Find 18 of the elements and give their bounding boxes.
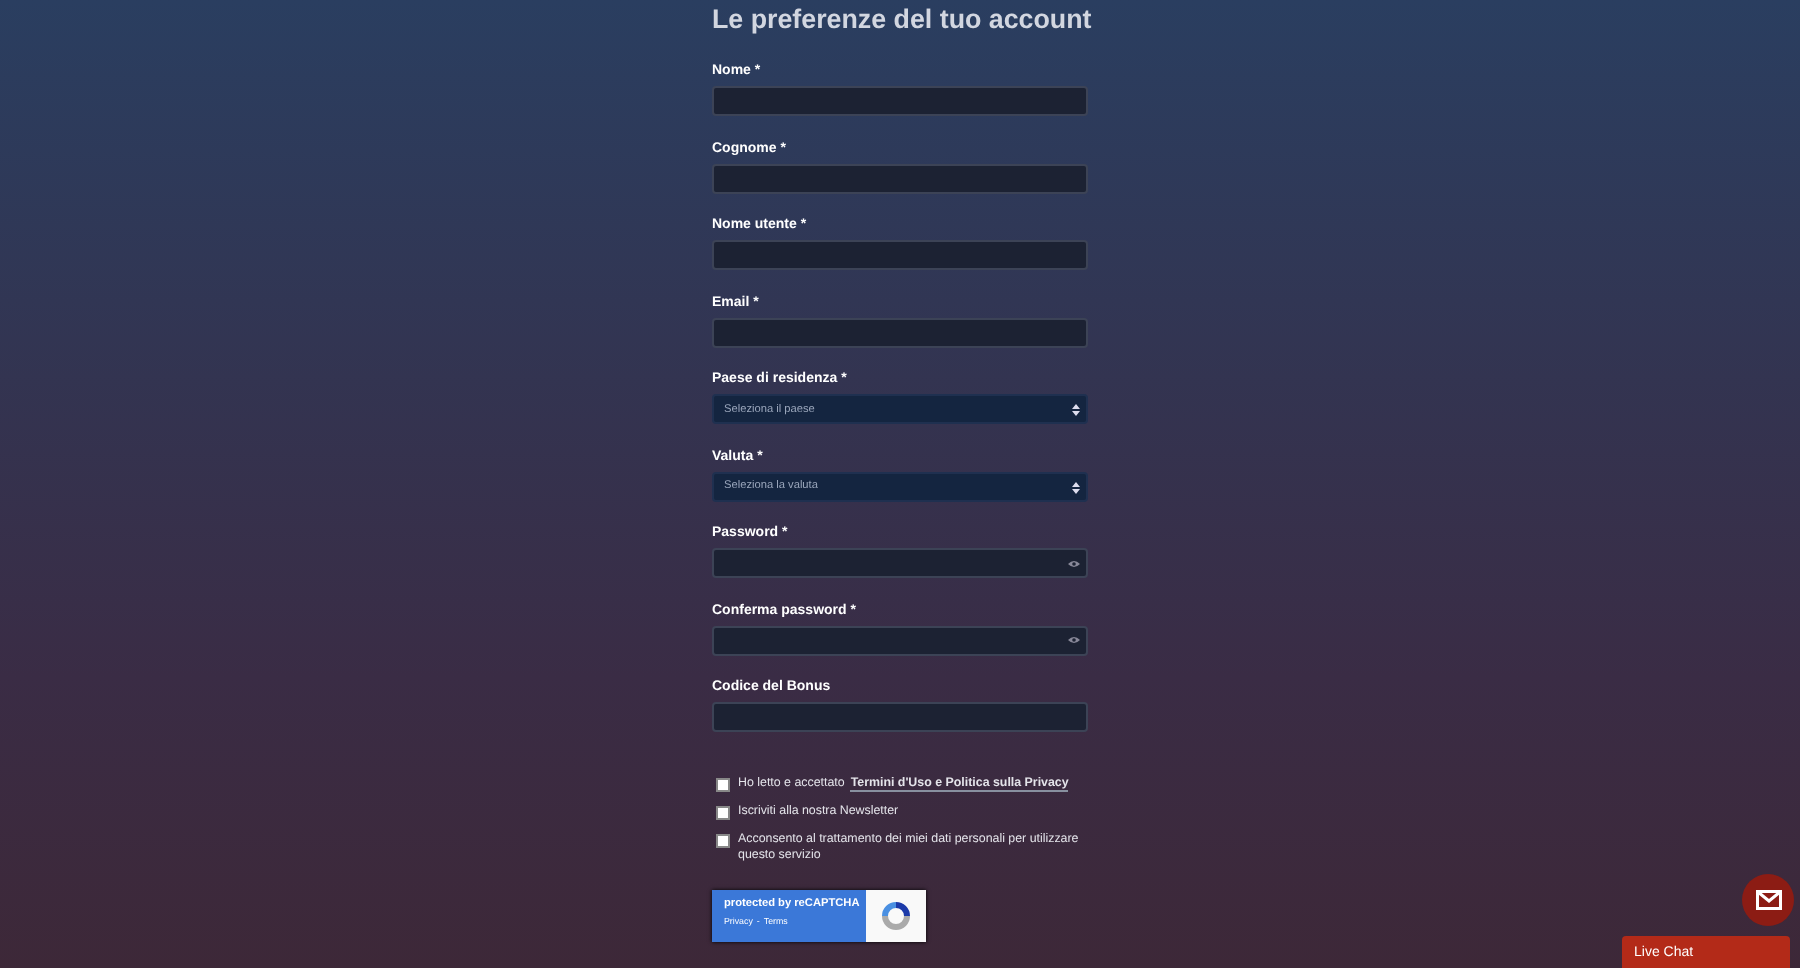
password-field[interactable]: [712, 548, 1088, 578]
input-field[interactable]: [712, 163, 1088, 193]
eye-icon[interactable]: [1068, 559, 1080, 567]
envelope-icon: [1755, 890, 1781, 910]
input-field[interactable]: [712, 86, 1088, 116]
checkbox[interactable]: [716, 778, 730, 792]
mail-button[interactable]: [1742, 874, 1794, 926]
sort-arrows-icon: [1072, 404, 1080, 416]
recaptcha-logo-icon: [878, 898, 914, 934]
sort-arrows-icon: [1072, 481, 1080, 493]
input-field[interactable]: [712, 702, 1088, 732]
checkbox[interactable]: [716, 834, 730, 848]
checkbox[interactable]: [716, 806, 730, 820]
page-title: Le preferenze del tuo account: [712, 2, 1092, 36]
input-field[interactable]: [712, 240, 1088, 270]
eye-icon[interactable]: [1068, 636, 1080, 644]
input-field[interactable]: [712, 317, 1088, 347]
password-field[interactable]: [712, 625, 1088, 655]
